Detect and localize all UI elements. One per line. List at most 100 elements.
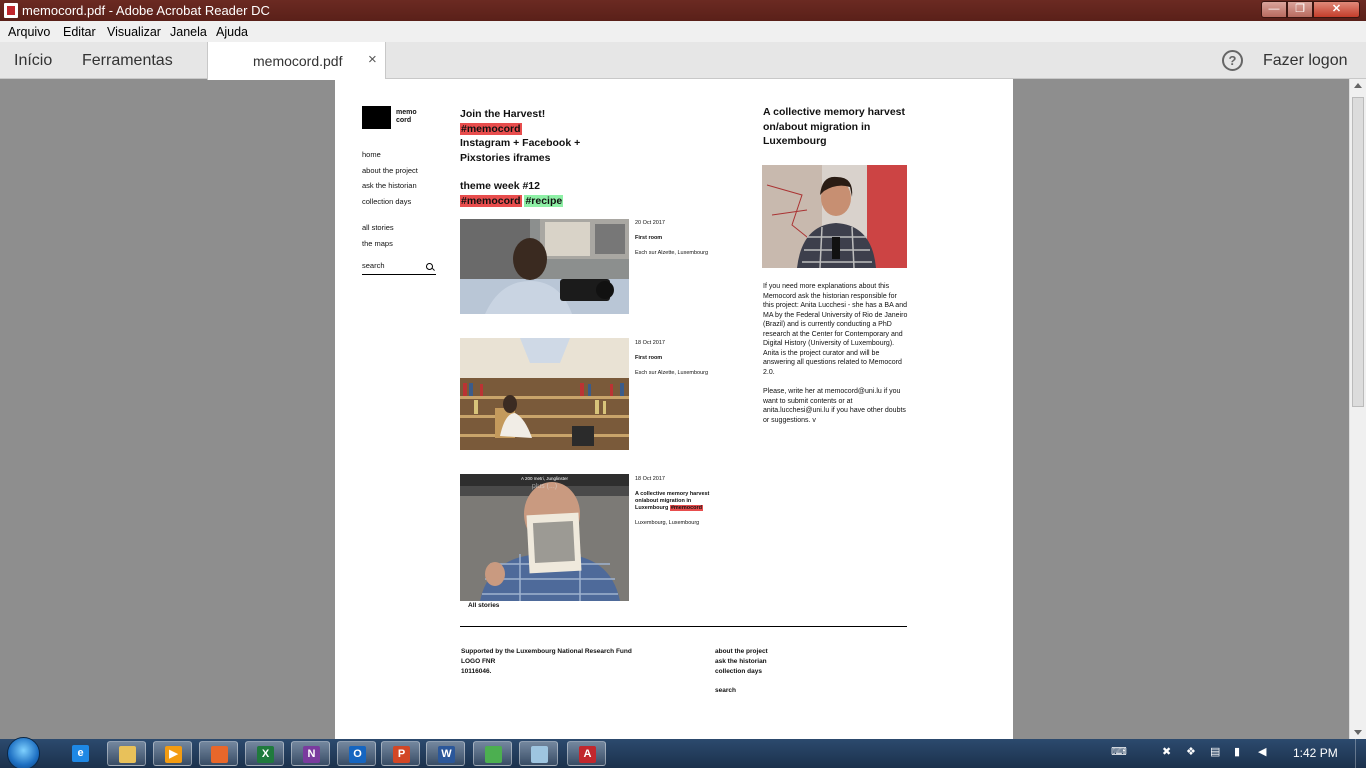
harvest-line1: Join the Harvest! bbox=[460, 108, 546, 120]
dropbox-icon[interactable]: ❖ bbox=[1186, 745, 1196, 758]
taskbar-powerpoint[interactable]: P bbox=[381, 741, 420, 766]
logo-text: memo cord bbox=[396, 109, 417, 124]
story-meta-2: 18 Oct 2017 First room Esch sur Alzette,… bbox=[635, 340, 725, 377]
tab-tools[interactable]: Ferramentas bbox=[82, 52, 173, 70]
taskbar-firefox[interactable] bbox=[199, 741, 238, 766]
close-window-button[interactable]: ✕ bbox=[1313, 1, 1360, 18]
footer-ask-historian[interactable]: ask the historian bbox=[715, 657, 768, 667]
document-tab-label: memocord.pdf bbox=[253, 53, 343, 69]
menu-ajuda[interactable]: Ajuda bbox=[216, 25, 248, 39]
footer-number: 10116046. bbox=[461, 668, 492, 675]
file-explorer-icon bbox=[119, 746, 136, 763]
close-tab-icon[interactable]: × bbox=[368, 51, 377, 68]
scroll-down-icon[interactable] bbox=[1354, 730, 1362, 735]
scroll-thumb[interactable] bbox=[1352, 97, 1364, 407]
taskbar-excel[interactable]: X bbox=[245, 741, 284, 766]
excel-icon: X bbox=[257, 746, 274, 763]
powerpoint-icon: P bbox=[393, 746, 410, 763]
nav-collection-days[interactable]: collection days bbox=[362, 194, 418, 210]
title-bar: memocord.pdf - Adobe Acrobat Reader DC —… bbox=[0, 0, 1366, 21]
footer-search[interactable]: search bbox=[715, 686, 768, 696]
word-icon: W bbox=[438, 746, 455, 763]
story-tag[interactable]: #memocord bbox=[669, 505, 704, 511]
story-title[interactable]: First room bbox=[635, 355, 725, 362]
nav-all-stories[interactable]: all stories bbox=[362, 220, 394, 236]
story-photo-1[interactable] bbox=[460, 219, 629, 314]
menu-arquivo[interactable]: Arquivo bbox=[8, 25, 50, 39]
story-title[interactable]: First room bbox=[635, 235, 725, 242]
historian-paragraph-1: If you need more explanations about this… bbox=[763, 283, 908, 376]
harvest-line2: Instagram + Facebook + bbox=[460, 137, 581, 149]
nav-the-maps[interactable]: the maps bbox=[362, 236, 394, 252]
footer-divider bbox=[460, 626, 907, 627]
photo-caption: A 200 metri, Junglinster bbox=[520, 476, 569, 481]
menu-editar[interactable]: Editar bbox=[63, 25, 96, 39]
story-title[interactable]: A collective memory harvest on/about mig… bbox=[635, 491, 725, 512]
maximize-button[interactable]: ❐ bbox=[1287, 1, 1313, 18]
story-photo-3[interactable]: A 200 metri, Junglinster plus (...) bbox=[460, 474, 629, 601]
memocord-logo bbox=[362, 106, 391, 129]
taskbar-chrome[interactable] bbox=[473, 741, 512, 766]
document-tab[interactable]: memocord.pdf × bbox=[207, 42, 386, 80]
volume-icon[interactable]: ◀ bbox=[1258, 745, 1266, 758]
login-link[interactable]: Fazer logon bbox=[1263, 52, 1348, 70]
taskbar: e ▶ X N O P W A ⌨ ✖ ❖ ▤ ▮ ◀ 1:42 PM bbox=[0, 737, 1366, 768]
pdf-page: memo cord home about the project ask the… bbox=[335, 79, 1013, 739]
menu-visualizar[interactable]: Visualizar bbox=[107, 25, 161, 39]
footer-logo: LOGO FNR bbox=[461, 658, 496, 665]
vertical-scrollbar[interactable] bbox=[1349, 79, 1366, 739]
theme-title: theme week #12 bbox=[460, 180, 540, 192]
tab-home[interactable]: Início bbox=[14, 52, 52, 70]
story-meta-1: 20 Oct 2017 First room Esch sur Alzette,… bbox=[635, 220, 725, 257]
window-title: memocord.pdf - Adobe Acrobat Reader DC bbox=[22, 3, 270, 18]
firefox-icon bbox=[211, 746, 228, 763]
historian-info: If you need more explanations about this… bbox=[763, 282, 909, 425]
taskbar-media-player[interactable]: ▶ bbox=[153, 741, 192, 766]
side-nav: home about the project ask the historian… bbox=[362, 147, 418, 209]
taskbar-acrobat[interactable]: A bbox=[567, 741, 606, 766]
side-nav-secondary: all stories the maps bbox=[362, 220, 394, 251]
story-photo-2[interactable] bbox=[460, 338, 629, 450]
taskbar-internet-explorer[interactable]: e bbox=[61, 741, 100, 766]
photo-caption-2: plus (...) bbox=[531, 483, 558, 490]
notepad-icon bbox=[531, 746, 548, 763]
harvest-heading: Join the Harvest! #memocord Instagram + … bbox=[460, 107, 580, 165]
nav-about[interactable]: about the project bbox=[362, 163, 418, 179]
start-button[interactable] bbox=[7, 737, 40, 768]
theme-tag-recipe[interactable]: #recipe bbox=[524, 194, 564, 207]
story-place: Luxembourg, Luxembourg bbox=[635, 520, 700, 526]
minimize-button[interactable]: — bbox=[1261, 1, 1287, 18]
show-desktop-button[interactable] bbox=[1355, 739, 1366, 768]
theme-heading: theme week #12 #memocord #recipe bbox=[460, 179, 564, 208]
scroll-up-icon[interactable] bbox=[1354, 83, 1362, 88]
clock[interactable]: 1:42 PM bbox=[1293, 746, 1338, 760]
search-field[interactable]: search bbox=[362, 261, 436, 275]
search-icon[interactable] bbox=[426, 263, 433, 270]
acrobat-icon: A bbox=[579, 746, 596, 763]
menu-janela[interactable]: Janela bbox=[170, 25, 207, 39]
taskbar-file-explorer[interactable] bbox=[107, 741, 146, 766]
media-player-icon: ▶ bbox=[165, 746, 182, 763]
theme-tag-memocord[interactable]: #memocord bbox=[460, 194, 522, 207]
nav-home[interactable]: home bbox=[362, 147, 418, 163]
network-icon[interactable]: ▮ bbox=[1234, 745, 1240, 758]
action-center-icon[interactable]: ✖ bbox=[1162, 745, 1171, 758]
all-stories-link[interactable]: All stories bbox=[468, 602, 499, 609]
story-meta-3: 18 Oct 2017 A collective memory harvest … bbox=[635, 476, 725, 527]
search-label: search bbox=[362, 261, 385, 270]
taskbar-notepad[interactable] bbox=[519, 741, 558, 766]
help-icon[interactable]: ? bbox=[1222, 50, 1243, 71]
footer-collection-days[interactable]: collection days bbox=[715, 667, 768, 677]
taskbar-word[interactable]: W bbox=[426, 741, 465, 766]
nav-ask-historian[interactable]: ask the historian bbox=[362, 178, 418, 194]
keyboard-icon[interactable]: ⌨ bbox=[1111, 745, 1127, 758]
footer-left: Supported by the Luxembourg National Res… bbox=[461, 647, 632, 677]
taskbar-outlook[interactable]: O bbox=[337, 741, 376, 766]
menu-bar: Arquivo Editar Visualizar Janela Ajuda bbox=[0, 21, 1366, 42]
internet-explorer-icon: e bbox=[72, 745, 89, 762]
footer-about[interactable]: about the project bbox=[715, 647, 768, 657]
story-date: 18 Oct 2017 bbox=[635, 476, 665, 482]
device-icon[interactable]: ▤ bbox=[1210, 745, 1220, 758]
memocord-tag[interactable]: #memocord bbox=[460, 122, 522, 135]
taskbar-onenote[interactable]: N bbox=[291, 741, 330, 766]
